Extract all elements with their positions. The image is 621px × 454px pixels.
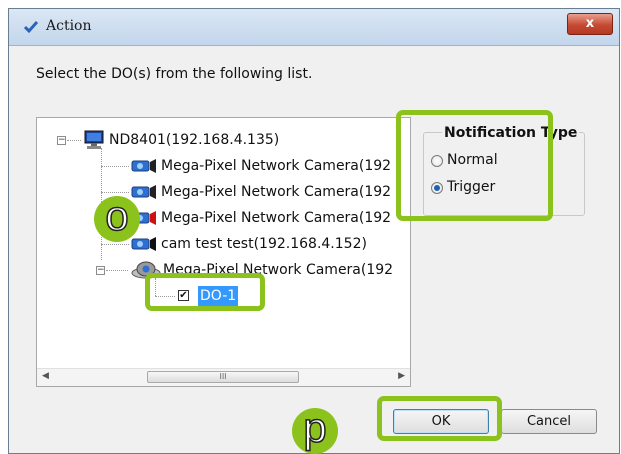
collapse-icon[interactable]: − bbox=[96, 266, 105, 275]
notification-highlight bbox=[396, 110, 553, 221]
app-check-icon bbox=[24, 21, 38, 34]
camera-icon bbox=[131, 185, 156, 199]
nvr-monitor-icon bbox=[84, 130, 104, 149]
camera-label: Mega-Pixel Network Camera(192 bbox=[161, 210, 392, 226]
close-button[interactable]: x bbox=[567, 13, 613, 35]
ok-highlight bbox=[377, 396, 502, 441]
camera-label: Mega-Pixel Network Camera(192 bbox=[161, 184, 392, 200]
do-highlight bbox=[145, 273, 265, 311]
scroll-thumb[interactable]: III bbox=[147, 371, 299, 383]
camera-label: Mega-Pixel Network Camera(192 bbox=[161, 158, 392, 174]
window-title: Action bbox=[46, 18, 92, 34]
scroll-right-icon[interactable]: ▶ bbox=[398, 371, 405, 381]
camera-label: cam test test(192.168.4.152) bbox=[161, 236, 367, 252]
horizontal-scrollbar[interactable]: ◀ III ▶ bbox=[37, 368, 410, 386]
tree-connector bbox=[101, 244, 129, 245]
marker-o: o bbox=[94, 194, 140, 242]
tree-root-label: ND8401(192.168.4.135) bbox=[109, 132, 280, 148]
camera-icon bbox=[131, 159, 156, 173]
scroll-left-icon[interactable]: ◀ bbox=[42, 371, 49, 381]
collapse-icon[interactable]: − bbox=[57, 136, 66, 145]
tree-connector bbox=[101, 166, 129, 167]
device-tree[interactable]: − ND8401(192.168.4.135) Mega-Pixel Netwo… bbox=[36, 117, 411, 387]
tree-connector bbox=[67, 140, 81, 141]
cancel-button[interactable]: Cancel bbox=[501, 409, 597, 434]
marker-p: p bbox=[292, 406, 338, 454]
title-bar[interactable]: Action x bbox=[9, 9, 619, 46]
tree-connector bbox=[106, 270, 128, 271]
instruction-text: Select the DO(s) from the following list… bbox=[36, 66, 313, 82]
camera-icon bbox=[131, 237, 156, 251]
